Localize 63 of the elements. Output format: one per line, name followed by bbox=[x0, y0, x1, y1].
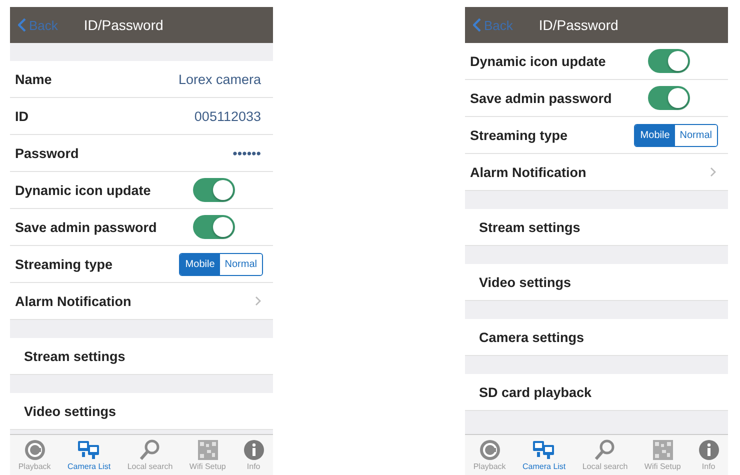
settings-row[interactable]: Alarm Notification bbox=[10, 283, 273, 320]
chevron-right-icon bbox=[710, 167, 716, 177]
settings-row[interactable]: SD card playback bbox=[465, 374, 728, 411]
row-value: 005112033 bbox=[194, 108, 261, 124]
qr-code-icon bbox=[196, 439, 219, 461]
row-label: Camera settings bbox=[479, 330, 584, 344]
segment-option[interactable]: Mobile bbox=[180, 254, 220, 274]
tab-item[interactable]: Local search bbox=[582, 439, 628, 471]
tab-item[interactable]: Playback bbox=[18, 439, 51, 471]
tab-item[interactable]: Camera List bbox=[68, 439, 111, 471]
row-label: Password bbox=[15, 146, 79, 160]
segment-option[interactable]: Mobile bbox=[635, 124, 675, 146]
settings-row[interactable]: Camera settings bbox=[465, 319, 728, 356]
tab-item[interactable]: Wifi Setup bbox=[644, 439, 681, 471]
settings-row[interactable]: Stream settings bbox=[10, 338, 273, 375]
tab-item[interactable]: Wifi Setup bbox=[189, 439, 226, 471]
row-value: Lorex camera bbox=[178, 72, 261, 86]
tab-item[interactable]: Playback bbox=[473, 439, 506, 471]
monitors-icon bbox=[77, 439, 102, 461]
toggle-switch[interactable] bbox=[193, 178, 235, 202]
toggle-switch[interactable] bbox=[648, 49, 690, 73]
tab-item[interactable]: Local search bbox=[127, 439, 173, 471]
search-icon bbox=[594, 439, 616, 461]
chevron-right-icon bbox=[255, 296, 261, 306]
row-label: Name bbox=[15, 72, 52, 86]
row-label: Dynamic icon update bbox=[470, 54, 606, 68]
row-label: Save admin password bbox=[15, 220, 157, 234]
info-icon bbox=[698, 439, 720, 461]
settings-row[interactable]: Alarm Notification bbox=[465, 154, 728, 191]
settings-row[interactable]: Password •••••• bbox=[10, 135, 273, 172]
row-label: Streaming type bbox=[15, 256, 113, 272]
settings-row[interactable]: Stream settings bbox=[465, 209, 728, 246]
settings-row[interactable]: ID 005112033 bbox=[10, 98, 273, 135]
monitors-icon bbox=[532, 439, 556, 461]
qr-code-icon bbox=[652, 439, 674, 461]
row-label: Video settings bbox=[24, 404, 116, 418]
row-label: Save admin password bbox=[470, 90, 612, 106]
settings-row[interactable]: Name Lorex camera bbox=[10, 61, 273, 98]
row-label: Alarm Notification bbox=[470, 164, 586, 180]
tab-item[interactable]: Info bbox=[242, 439, 265, 471]
info-icon bbox=[242, 439, 265, 461]
row-label: Dynamic icon update bbox=[15, 182, 151, 198]
screen-title: ID/Password bbox=[538, 17, 618, 33]
row-value: •••••• bbox=[232, 146, 261, 160]
back-chevron-icon bbox=[473, 18, 481, 32]
settings-row[interactable]: Video settings bbox=[465, 264, 728, 301]
circle-c-icon bbox=[478, 439, 501, 461]
row-label: Stream settings bbox=[479, 220, 580, 234]
row-label: Video settings bbox=[479, 274, 572, 290]
row-label: Stream settings bbox=[24, 348, 126, 364]
row-label: ID bbox=[15, 108, 28, 124]
tab-item[interactable]: Camera List bbox=[522, 439, 566, 471]
screen-title: ID/Password bbox=[84, 17, 164, 33]
back-chevron-icon bbox=[18, 18, 26, 32]
circle-c-icon bbox=[24, 439, 46, 461]
tab-item[interactable]: Info bbox=[698, 439, 720, 471]
toggle-switch[interactable] bbox=[193, 215, 235, 239]
search-icon bbox=[139, 439, 162, 461]
row-label: Alarm Notification bbox=[15, 294, 132, 308]
row-label: Streaming type bbox=[470, 128, 568, 142]
toggle-switch[interactable] bbox=[648, 86, 690, 110]
settings-row[interactable]: Video settings bbox=[10, 393, 273, 430]
row-label: SD card playback bbox=[479, 384, 592, 400]
